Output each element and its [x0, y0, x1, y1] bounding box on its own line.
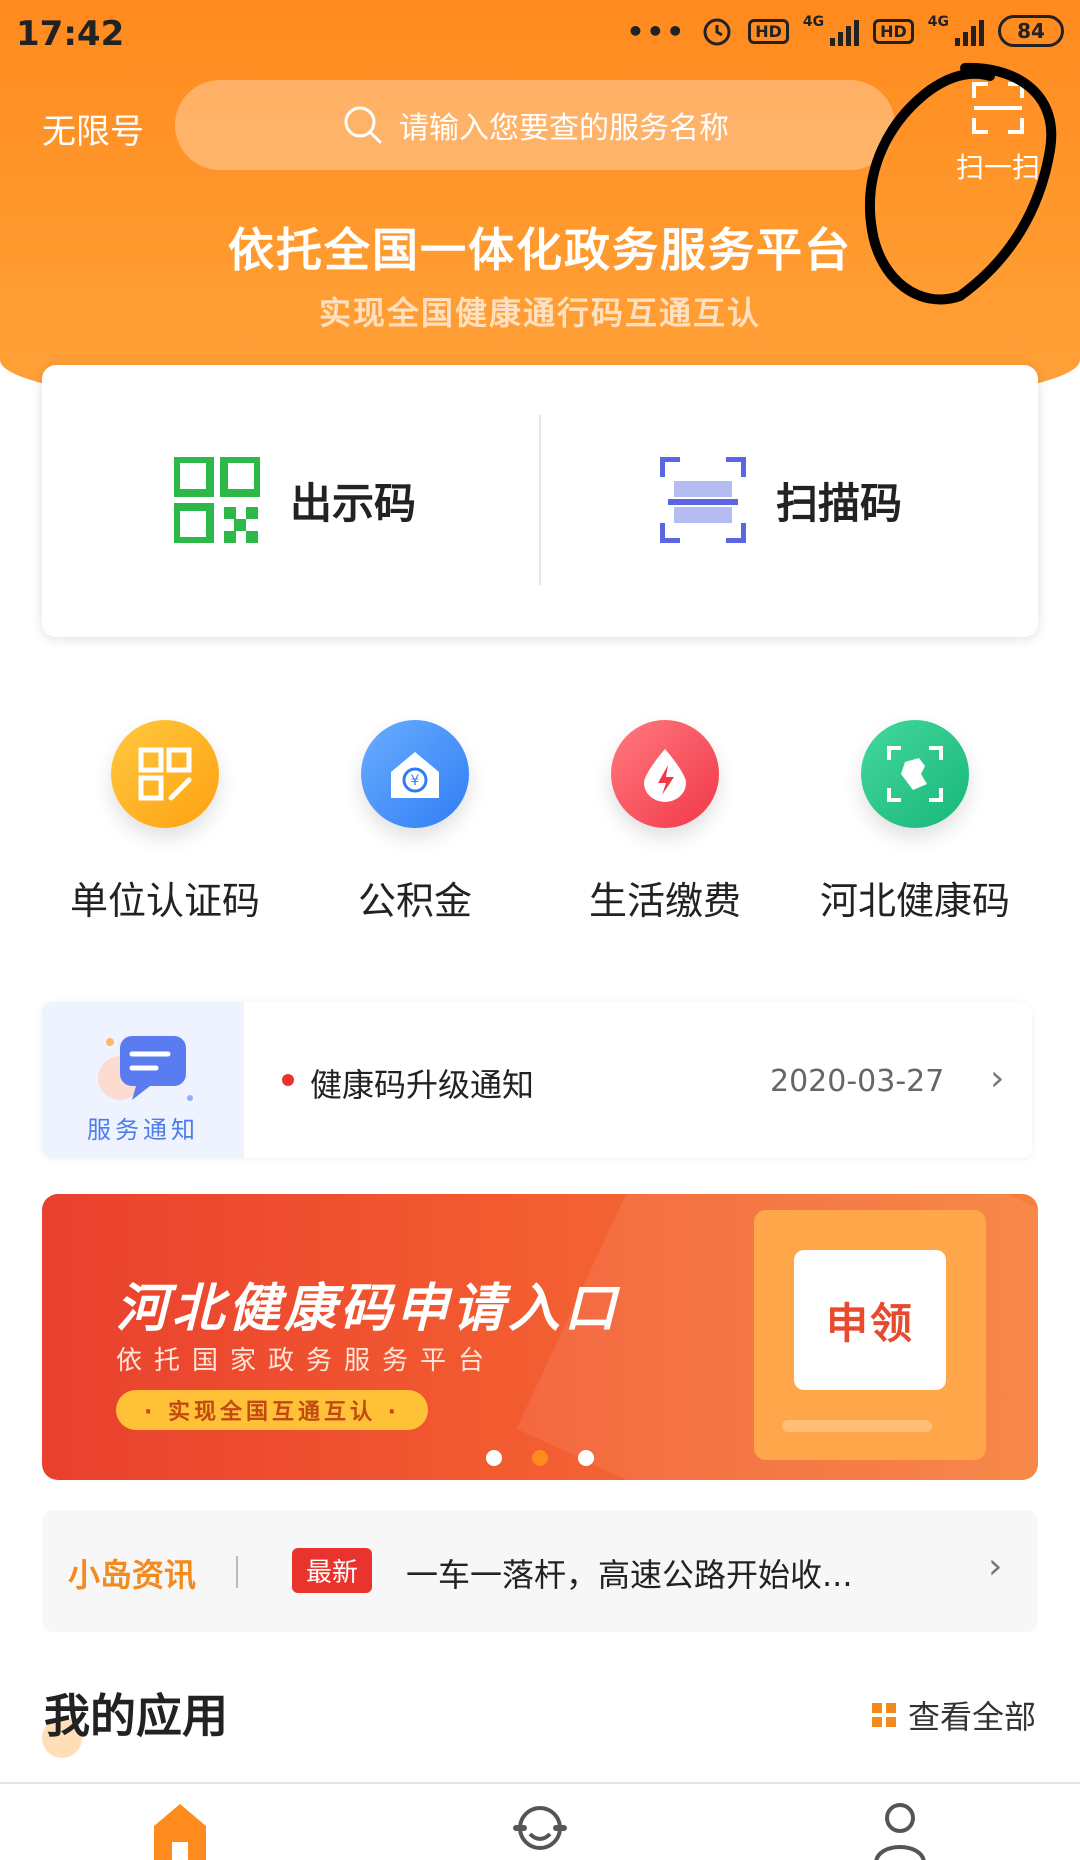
- carrier-label: 无限号: [42, 112, 144, 152]
- hd-badge-2: HD: [873, 18, 914, 44]
- water-drop-bolt-icon: [611, 720, 719, 828]
- service-notice[interactable]: 服务通知 健康码升级通知 2020-03-27 ›: [42, 1002, 1032, 1158]
- home-icon[interactable]: [150, 1798, 210, 1860]
- alarm-icon: [703, 18, 731, 46]
- view-all-link[interactable]: 查看全部: [872, 1692, 1036, 1738]
- notice-date: 2020-03-27: [770, 1064, 945, 1099]
- code-card: 出示码 扫描码: [42, 365, 1038, 637]
- chat-bubble-icon: [98, 1036, 193, 1101]
- signal-icon-1: [830, 16, 860, 46]
- signal-icon-2: [955, 16, 984, 46]
- banner-device-illustration: 申领: [754, 1210, 986, 1460]
- qr-edit-icon: [111, 720, 219, 828]
- quick-label: 公积金: [357, 879, 472, 923]
- house-fund-icon: ¥: [361, 720, 469, 828]
- carousel-dot[interactable]: [578, 1450, 594, 1466]
- show-code-label: 出示码: [290, 478, 417, 528]
- carousel-indicator: [42, 1450, 1038, 1466]
- status-time: 17:42: [16, 14, 125, 54]
- service-notice-badge-label: 服务通知: [87, 1116, 199, 1144]
- scan-code-button[interactable]: 扫描码: [660, 455, 902, 545]
- quick-hebei-health-code[interactable]: 河北健康码: [790, 720, 1040, 925]
- notice-title: 健康码升级通知: [310, 1066, 535, 1104]
- svg-text:¥: ¥: [411, 773, 420, 789]
- status-bar: 17:42 ••• HD 4G HD 4G 84: [0, 0, 1080, 66]
- promo-banner[interactable]: 河北健康码申请入口 依托国家政务服务平台 · 实现全国互通互认 · 申领: [42, 1194, 1038, 1480]
- view-all-label: 查看全部: [908, 1698, 1037, 1736]
- device-bar-decoration: [782, 1420, 932, 1432]
- quick-utility-payment[interactable]: 生活缴费: [540, 720, 790, 925]
- chevron-right-icon: ›: [990, 1058, 1005, 1099]
- news-new-badge: 最新: [292, 1548, 373, 1593]
- service-notice-badge: 服务通知: [42, 1002, 244, 1158]
- handdrawn-circle-annotation: [864, 62, 1057, 305]
- battery-indicator: 84: [998, 15, 1064, 47]
- search-placeholder: 请输入您要查的服务名称: [399, 111, 729, 146]
- carousel-dot[interactable]: [486, 1450, 502, 1466]
- bottom-tab-bar: [0, 1782, 1080, 1860]
- search-bar[interactable]: 请输入您要查的服务名称: [175, 80, 895, 170]
- quick-label: 单位认证码: [69, 879, 260, 923]
- my-apps-title: 我的应用: [44, 1689, 228, 1743]
- profile-icon[interactable]: [870, 1798, 930, 1860]
- qr-code-icon: [174, 457, 260, 543]
- quick-housing-fund[interactable]: ¥ 公积金: [290, 720, 540, 925]
- news-headline: 一车一落杆，高速公路开始收...: [406, 1556, 853, 1594]
- map-scan-icon: [861, 720, 969, 828]
- unread-dot: [282, 1074, 294, 1086]
- banner-subtitle: 依托国家政务服务平台: [116, 1346, 497, 1376]
- more-dots-icon: •••: [626, 14, 687, 48]
- banner-apply-label: 申领: [825, 1298, 914, 1348]
- banner-title: 河北健康码申请入口: [116, 1279, 621, 1339]
- show-code-button[interactable]: 出示码: [174, 455, 416, 545]
- carousel-dot-active[interactable]: [532, 1450, 548, 1466]
- news-brand: 小岛资讯: [68, 1556, 197, 1594]
- banner-pill: · 实现全国互通互认 ·: [116, 1390, 429, 1430]
- network-label-1: 4G: [802, 14, 825, 30]
- search-icon: [344, 106, 382, 144]
- code-card-divider: [539, 415, 541, 585]
- news-ticker[interactable]: 小岛资讯 最新 一车一落杆，高速公路开始收... ›: [42, 1510, 1038, 1632]
- news-separator: [236, 1556, 238, 1588]
- grid-icon: [872, 1703, 896, 1727]
- network-label-2: 4G: [927, 14, 949, 30]
- chevron-right-icon: ›: [988, 1546, 1003, 1587]
- scanner-icon: [660, 457, 746, 543]
- banner-apply-button[interactable]: 申领: [794, 1250, 946, 1390]
- quick-label: 河北健康码: [819, 879, 1010, 923]
- service-icon[interactable]: [510, 1798, 570, 1860]
- hd-badge-1: HD: [748, 18, 789, 44]
- scan-code-label: 扫描码: [776, 478, 903, 528]
- status-icons: ••• HD 4G HD 4G 84: [626, 14, 1064, 48]
- quick-label: 生活缴费: [588, 879, 741, 923]
- quick-unit-cert-code[interactable]: 单位认证码: [40, 720, 290, 925]
